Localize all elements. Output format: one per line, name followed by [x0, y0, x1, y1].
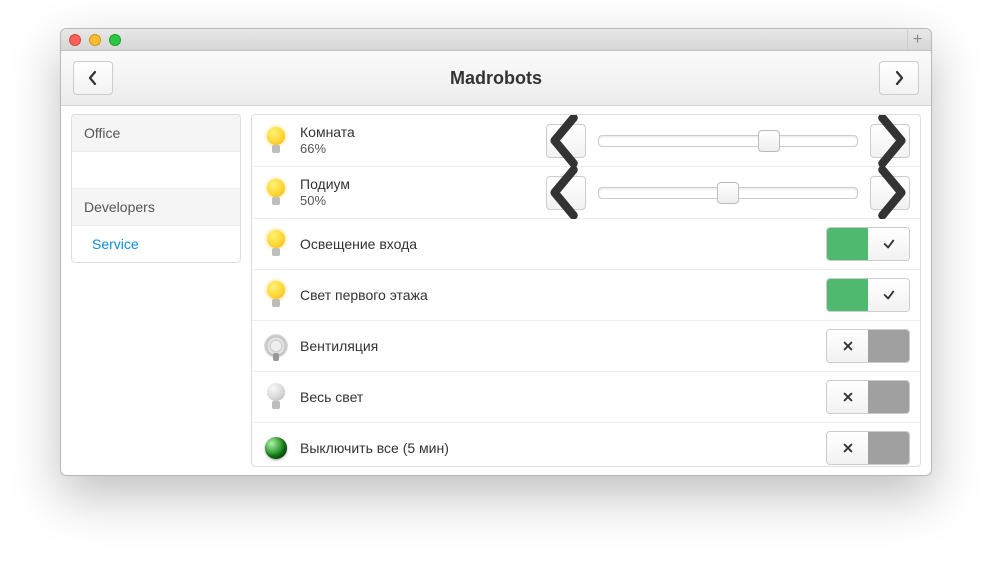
toggle-on-indicator[interactable] [827, 279, 868, 311]
decrease-button[interactable] [546, 176, 586, 210]
device-label: Выключить все (5 мин) [300, 439, 450, 457]
device-row: Освещение входа [252, 219, 920, 270]
new-tab-button[interactable]: + [907, 30, 927, 50]
toggle-switch[interactable] [826, 431, 910, 465]
orb-green-icon [262, 434, 290, 462]
increase-button[interactable] [870, 124, 910, 158]
x-icon [842, 391, 854, 403]
device-controls [460, 431, 910, 465]
chevron-right-icon [871, 114, 909, 167]
device-label: Весь свет [300, 388, 450, 406]
device-controls [460, 380, 910, 414]
device-row: Весь свет [252, 372, 920, 423]
zoom-icon[interactable] [109, 34, 121, 46]
device-controls [460, 329, 910, 363]
check-icon [883, 238, 895, 250]
device-label: Подиум50% [300, 175, 450, 210]
sidebar-item[interactable]: Developers [72, 189, 240, 226]
device-row: Комната66% [252, 115, 920, 167]
minimize-icon[interactable] [89, 34, 101, 46]
titlebar: + [61, 29, 931, 51]
device-label: Вентиляция [300, 337, 450, 355]
chevron-left-icon [547, 166, 585, 219]
device-name: Освещение входа [300, 235, 450, 253]
sidebar-item[interactable]: Service [72, 226, 240, 262]
dimmer-slider[interactable] [598, 187, 858, 199]
check-icon [883, 289, 895, 301]
slider-thumb[interactable] [717, 182, 739, 204]
toggle-switch[interactable] [826, 329, 910, 363]
toggle-switch[interactable] [826, 380, 910, 414]
toggle-off-indicator[interactable] [868, 330, 909, 362]
chevron-right-icon [894, 71, 904, 85]
device-controls [460, 176, 910, 210]
toggle-off-indicator[interactable] [868, 432, 909, 464]
device-controls [460, 227, 910, 261]
sidebar-item[interactable]: Office [72, 115, 240, 152]
page-title: Madrobots [450, 68, 542, 89]
bulb-off-icon [262, 383, 290, 411]
device-name: Вентиляция [300, 337, 450, 355]
device-name: Весь свет [300, 388, 450, 406]
body: OfficeMadrobotsDevelopersService Комната… [61, 106, 931, 475]
dimmer-slider[interactable] [598, 135, 858, 147]
x-icon [842, 442, 854, 454]
sidebar-item[interactable]: Madrobots [72, 152, 240, 189]
toggle-off-button[interactable] [827, 330, 868, 362]
sidebar: OfficeMadrobotsDevelopersService [71, 114, 241, 263]
device-label: Комната66% [300, 123, 450, 158]
toggle-confirm-button[interactable] [868, 279, 909, 311]
toggle-switch[interactable] [826, 278, 910, 312]
device-name: Комната [300, 123, 450, 141]
chevron-left-icon [547, 114, 585, 167]
toggle-switch[interactable] [826, 227, 910, 261]
toggle-off-indicator[interactable] [868, 381, 909, 413]
device-name: Выключить все (5 мин) [300, 439, 450, 457]
chevron-right-icon [871, 166, 909, 219]
chevron-left-icon [88, 71, 98, 85]
close-icon[interactable] [69, 34, 81, 46]
window-controls [69, 34, 121, 46]
forward-button[interactable] [879, 61, 919, 95]
bulb-on-icon [262, 179, 290, 207]
toggle-off-button[interactable] [827, 432, 868, 464]
header: Madrobots [61, 51, 931, 106]
device-name: Свет первого этажа [300, 286, 450, 304]
device-controls [460, 278, 910, 312]
app-window: + Madrobots OfficeMadrobotsDevelopersSer… [60, 28, 932, 476]
device-value: 50% [300, 193, 450, 210]
toggle-on-indicator[interactable] [827, 228, 868, 260]
toggle-off-button[interactable] [827, 381, 868, 413]
device-controls [460, 124, 910, 158]
device-row: Свет первого этажа [252, 270, 920, 321]
decrease-button[interactable] [546, 124, 586, 158]
device-row: Вентиляция [252, 321, 920, 372]
bulb-on-icon [262, 281, 290, 309]
device-value: 66% [300, 141, 450, 158]
back-button[interactable] [73, 61, 113, 95]
bulb-on-icon [262, 127, 290, 155]
fan-icon [262, 332, 290, 360]
toggle-confirm-button[interactable] [868, 228, 909, 260]
device-row: Подиум50% [252, 167, 920, 219]
device-name: Подиум [300, 175, 450, 193]
slider-thumb[interactable] [758, 130, 780, 152]
device-label: Освещение входа [300, 235, 450, 253]
device-label: Свет первого этажа [300, 286, 450, 304]
device-row: Выключить все (5 мин) [252, 423, 920, 467]
device-list[interactable]: Комната66% Подиум50% Освещение входа Свет п… [251, 114, 921, 467]
x-icon [842, 340, 854, 352]
bulb-on-icon [262, 230, 290, 258]
increase-button[interactable] [870, 176, 910, 210]
